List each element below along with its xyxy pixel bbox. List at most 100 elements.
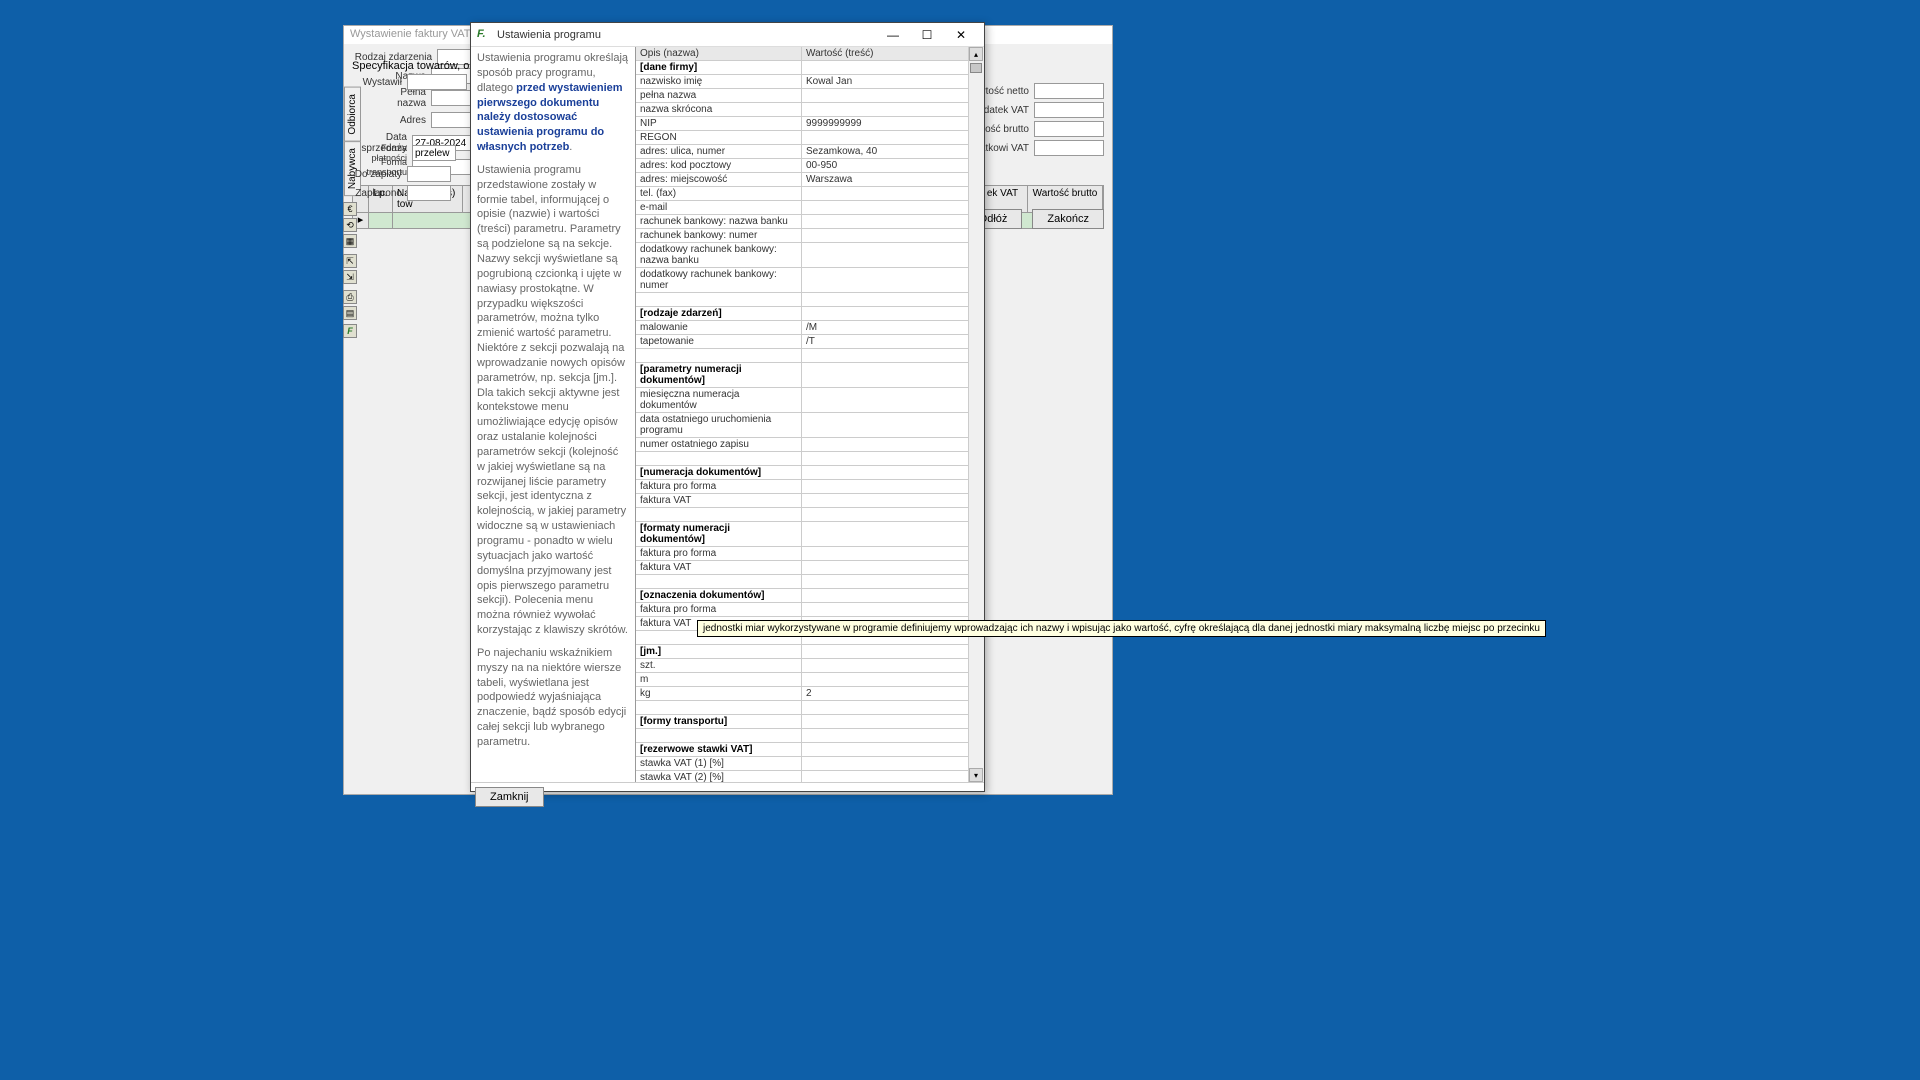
param-value[interactable]: /M	[802, 321, 968, 334]
param-value[interactable]	[802, 187, 968, 200]
settings-param-row[interactable]: faktura pro forma	[636, 480, 968, 494]
param-name	[636, 701, 802, 714]
do-zaplaty-label: Do zapłaty	[352, 169, 407, 180]
app-icon[interactable]: F	[343, 324, 357, 338]
settings-param-row[interactable]: rachunek bankowy: numer	[636, 229, 968, 243]
param-value[interactable]	[802, 603, 968, 616]
param-name: dodatkowy rachunek bankowy: numer	[636, 268, 802, 292]
param-value[interactable]	[802, 659, 968, 672]
param-value	[802, 589, 968, 602]
settings-param-row[interactable]: nazwa skrócona	[636, 103, 968, 117]
param-name: kg	[636, 687, 802, 700]
param-value[interactable]	[802, 561, 968, 574]
zamknij-button[interactable]: Zamknij	[475, 787, 544, 807]
settings-param-row[interactable]: dodatkowy rachunek bankowy: nazwa banku	[636, 243, 968, 268]
header-name: Opis (nazwa)	[636, 47, 802, 60]
settings-param-row[interactable]: pełna nazwa	[636, 89, 968, 103]
do-zaplaty-input[interactable]	[407, 166, 451, 182]
param-value[interactable]	[802, 494, 968, 507]
close-button[interactable]: ✕	[944, 24, 978, 46]
param-value[interactable]	[802, 388, 968, 412]
settings-param-row[interactable]: e-mail	[636, 201, 968, 215]
settings-param-row[interactable]: faktura VAT	[636, 494, 968, 508]
param-value[interactable]	[802, 229, 968, 242]
import-icon[interactable]: ⇲	[343, 270, 357, 284]
settings-section-row: [rezerwowe stawki VAT]	[636, 743, 968, 757]
settings-param-row[interactable]: adres: kod pocztowy00-950	[636, 159, 968, 173]
param-value	[802, 645, 968, 658]
param-value[interactable]	[802, 673, 968, 686]
settings-param-row[interactable]: rachunek bankowy: nazwa banku	[636, 215, 968, 229]
param-value[interactable]: 9999999999	[802, 117, 968, 130]
settings-param-row[interactable]: REGON	[636, 131, 968, 145]
minimize-button[interactable]: —	[876, 24, 910, 46]
param-value[interactable]	[802, 103, 968, 116]
param-value[interactable]: 00-950	[802, 159, 968, 172]
forma-plat-label: Forma płatności	[352, 143, 412, 163]
param-value[interactable]	[802, 268, 968, 292]
scroll-thumb[interactable]	[970, 63, 982, 73]
scroll-up-icon[interactable]: ▴	[969, 47, 983, 61]
settings-param-row[interactable]: m	[636, 673, 968, 687]
settings-param-row[interactable]: dodatkowy rachunek bankowy: numer	[636, 268, 968, 293]
zakoncz-button[interactable]: Zakończ	[1032, 209, 1104, 229]
settings-section-row: [oznaczenia dokumentów]	[636, 589, 968, 603]
param-name: faktura pro forma	[636, 603, 802, 616]
wystawil-input[interactable]	[407, 74, 467, 90]
settings-param-row[interactable]: nazwisko imięKowal Jan	[636, 75, 968, 89]
settings-param-row[interactable]: tel. (fax)	[636, 187, 968, 201]
settings-param-row[interactable]: data ostatniego uruchomienia programu	[636, 413, 968, 438]
settings-param-row[interactable]: stawka VAT (2) [%]	[636, 771, 968, 782]
param-name: faktura pro forma	[636, 547, 802, 560]
param-value[interactable]: Warszawa	[802, 173, 968, 186]
settings-param-row[interactable]: miesięczna numeracja dokumentów	[636, 388, 968, 413]
desc-p2: Ustawienia programu przedstawione został…	[477, 163, 629, 638]
settings-param-row[interactable]: adres: miejscowośćWarszawa	[636, 173, 968, 187]
param-value[interactable]	[802, 413, 968, 437]
param-value[interactable]: 2	[802, 687, 968, 700]
param-value[interactable]	[802, 243, 968, 267]
param-name: szt.	[636, 659, 802, 672]
settings-section-row: [numeracja dokumentów]	[636, 466, 968, 480]
param-value[interactable]	[802, 547, 968, 560]
maximize-button[interactable]: ☐	[910, 24, 944, 46]
settings-param-row[interactable]: faktura pro forma	[636, 547, 968, 561]
param-value[interactable]	[802, 201, 968, 214]
settings-param-row[interactable]: szt.	[636, 659, 968, 673]
param-value[interactable]	[802, 215, 968, 228]
settings-param-row[interactable]: adres: ulica, numerSezamkowa, 40	[636, 145, 968, 159]
scroll-down-icon[interactable]: ▾	[969, 768, 983, 782]
settings-scrollbar[interactable]: ▴ ▾	[968, 47, 984, 782]
settings-param-row[interactable]: NIP9999999999	[636, 117, 968, 131]
settings-param-row[interactable]: faktura pro forma	[636, 603, 968, 617]
param-value[interactable]	[802, 438, 968, 451]
param-name: tel. (fax)	[636, 187, 802, 200]
print-icon[interactable]: ⎙	[343, 290, 357, 304]
settings-table: Opis (nazwa) Wartość (treść) [dane firmy…	[636, 47, 968, 782]
param-value[interactable]	[802, 771, 968, 782]
table-icon[interactable]: ▦	[343, 234, 357, 248]
euro-icon[interactable]: €	[343, 202, 357, 216]
param-value[interactable]: Kowal Jan	[802, 75, 968, 88]
settings-param-row[interactable]: stawka VAT (1) [%]	[636, 757, 968, 771]
refresh-icon[interactable]: ⟲	[343, 218, 357, 232]
param-value[interactable]: Sezamkowa, 40	[802, 145, 968, 158]
param-value[interactable]	[802, 757, 968, 770]
settings-param-row[interactable]: malowanie/M	[636, 321, 968, 335]
settings-param-row[interactable]: numer ostatniego zapisu	[636, 438, 968, 452]
param-name: [oznaczenia dokumentów]	[636, 589, 802, 602]
export-icon[interactable]: ⇱	[343, 254, 357, 268]
param-name	[636, 293, 802, 306]
param-value[interactable]	[802, 480, 968, 493]
forma-plat-input[interactable]	[412, 145, 456, 161]
zaplacono-input[interactable]	[407, 185, 451, 201]
param-name: adres: miejscowość	[636, 173, 802, 186]
calc-icon[interactable]: ▤	[343, 306, 357, 320]
param-value[interactable]: /T	[802, 335, 968, 348]
param-value[interactable]	[802, 131, 968, 144]
settings-param-row[interactable]: kg2	[636, 687, 968, 701]
settings-param-row[interactable]: faktura VAT	[636, 561, 968, 575]
settings-param-row[interactable]: tapetowanie/T	[636, 335, 968, 349]
param-value[interactable]	[802, 89, 968, 102]
settings-spacer-row	[636, 575, 968, 589]
